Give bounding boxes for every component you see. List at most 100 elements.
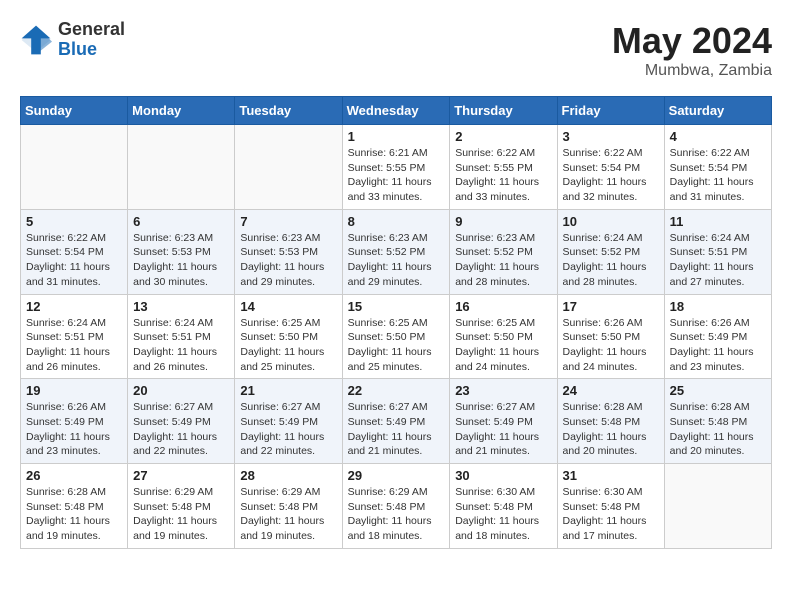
calendar-cell: 19 Sunrise: 6:26 AM Sunset: 5:49 PM Dayli… xyxy=(21,379,128,464)
day-number: 26 xyxy=(26,468,122,483)
day-number: 10 xyxy=(563,214,659,229)
calendar-cell: 29 Sunrise: 6:29 AM Sunset: 5:48 PM Dayli… xyxy=(342,464,450,549)
day-number: 6 xyxy=(133,214,229,229)
day-number: 23 xyxy=(455,383,551,398)
day-number: 17 xyxy=(563,299,659,314)
day-info: Sunrise: 6:29 AM Sunset: 5:48 PM Dayligh… xyxy=(240,485,336,544)
calendar-cell: 28 Sunrise: 6:29 AM Sunset: 5:48 PM Dayli… xyxy=(235,464,342,549)
calendar-cell: 31 Sunrise: 6:30 AM Sunset: 5:48 PM Dayli… xyxy=(557,464,664,549)
title-block: May 2024 Mumbwa, Zambia xyxy=(612,20,772,80)
day-number: 27 xyxy=(133,468,229,483)
day-number: 8 xyxy=(348,214,445,229)
calendar-cell xyxy=(235,125,342,210)
calendar-cell: 13 Sunrise: 6:24 AM Sunset: 5:51 PM Dayli… xyxy=(128,294,235,379)
day-number: 3 xyxy=(563,129,659,144)
logo-general: General xyxy=(58,20,125,40)
day-info: Sunrise: 6:27 AM Sunset: 5:49 PM Dayligh… xyxy=(240,400,336,459)
logo: General Blue xyxy=(20,20,125,60)
day-number: 1 xyxy=(348,129,445,144)
day-info: Sunrise: 6:24 AM Sunset: 5:51 PM Dayligh… xyxy=(26,316,122,375)
calendar-cell xyxy=(21,125,128,210)
day-number: 29 xyxy=(348,468,445,483)
title-month: May 2024 xyxy=(612,20,772,62)
day-info: Sunrise: 6:25 AM Sunset: 5:50 PM Dayligh… xyxy=(348,316,445,375)
logo-blue: Blue xyxy=(58,40,125,60)
calendar-cell: 5Sunrise: 6:22 AM Sunset: 5:54 PM Daylig… xyxy=(21,209,128,294)
calendar-header-tuesday: Tuesday xyxy=(235,97,342,125)
day-info: Sunrise: 6:25 AM Sunset: 5:50 PM Dayligh… xyxy=(455,316,551,375)
calendar-cell: 30Sunrise: 6:30 AM Sunset: 5:48 PM Dayli… xyxy=(450,464,557,549)
calendar-cell: 7Sunrise: 6:23 AM Sunset: 5:53 PM Daylig… xyxy=(235,209,342,294)
day-info: Sunrise: 6:29 AM Sunset: 5:48 PM Dayligh… xyxy=(348,485,445,544)
calendar-week-row: 5Sunrise: 6:22 AM Sunset: 5:54 PM Daylig… xyxy=(21,209,772,294)
day-number: 14 xyxy=(240,299,336,314)
calendar-cell: 21 Sunrise: 6:27 AM Sunset: 5:49 PM Dayli… xyxy=(235,379,342,464)
calendar-week-row: 1 Sunrise: 6:21 AM Sunset: 5:55 PM Daylig… xyxy=(21,125,772,210)
calendar-cell: 26 Sunrise: 6:28 AM Sunset: 5:48 PM Dayli… xyxy=(21,464,128,549)
calendar-cell: 20Sunrise: 6:27 AM Sunset: 5:49 PM Dayli… xyxy=(128,379,235,464)
calendar-header-sunday: Sunday xyxy=(21,97,128,125)
day-info: Sunrise: 6:24 AM Sunset: 5:51 PM Dayligh… xyxy=(133,316,229,375)
calendar-week-row: 26 Sunrise: 6:28 AM Sunset: 5:48 PM Dayli… xyxy=(21,464,772,549)
calendar-cell xyxy=(128,125,235,210)
day-number: 12 xyxy=(26,299,122,314)
title-location: Mumbwa, Zambia xyxy=(612,62,772,80)
page-header: General Blue May 2024 Mumbwa, Zambia xyxy=(20,20,772,80)
day-info: Sunrise: 6:26 AM Sunset: 5:49 PM Dayligh… xyxy=(26,400,122,459)
day-info: Sunrise: 6:30 AM Sunset: 5:48 PM Dayligh… xyxy=(563,485,659,544)
calendar-cell: 14 Sunrise: 6:25 AM Sunset: 5:50 PM Dayli… xyxy=(235,294,342,379)
calendar-cell: 11Sunrise: 6:24 AM Sunset: 5:51 PM Dayli… xyxy=(664,209,771,294)
day-info: Sunrise: 6:28 AM Sunset: 5:48 PM Dayligh… xyxy=(26,485,122,544)
calendar-cell: 8 Sunrise: 6:23 AM Sunset: 5:52 PM Daylig… xyxy=(342,209,450,294)
logo-icon xyxy=(20,24,52,56)
day-number: 15 xyxy=(348,299,445,314)
calendar-header-wednesday: Wednesday xyxy=(342,97,450,125)
day-info: Sunrise: 6:27 AM Sunset: 5:49 PM Dayligh… xyxy=(348,400,445,459)
day-info: Sunrise: 6:23 AM Sunset: 5:52 PM Dayligh… xyxy=(348,231,445,290)
day-number: 19 xyxy=(26,383,122,398)
calendar-cell: 6 Sunrise: 6:23 AM Sunset: 5:53 PM Daylig… xyxy=(128,209,235,294)
calendar-cell: 15 Sunrise: 6:25 AM Sunset: 5:50 PM Dayli… xyxy=(342,294,450,379)
calendar-header-row: SundayMondayTuesdayWednesdayThursdayFrid… xyxy=(21,97,772,125)
day-number: 13 xyxy=(133,299,229,314)
day-info: Sunrise: 6:27 AM Sunset: 5:49 PM Dayligh… xyxy=(455,400,551,459)
day-number: 16 xyxy=(455,299,551,314)
day-number: 22 xyxy=(348,383,445,398)
calendar-cell: 1 Sunrise: 6:21 AM Sunset: 5:55 PM Daylig… xyxy=(342,125,450,210)
day-info: Sunrise: 6:24 AM Sunset: 5:52 PM Dayligh… xyxy=(563,231,659,290)
calendar-cell: 22 Sunrise: 6:27 AM Sunset: 5:49 PM Dayli… xyxy=(342,379,450,464)
calendar-week-row: 12 Sunrise: 6:24 AM Sunset: 5:51 PM Dayli… xyxy=(21,294,772,379)
calendar-cell: 16 Sunrise: 6:25 AM Sunset: 5:50 PM Dayli… xyxy=(450,294,557,379)
calendar-cell: 3Sunrise: 6:22 AM Sunset: 5:54 PM Daylig… xyxy=(557,125,664,210)
day-number: 9 xyxy=(455,214,551,229)
day-number: 20 xyxy=(133,383,229,398)
logo-text: General Blue xyxy=(58,20,125,60)
day-number: 21 xyxy=(240,383,336,398)
day-info: Sunrise: 6:25 AM Sunset: 5:50 PM Dayligh… xyxy=(240,316,336,375)
day-info: Sunrise: 6:28 AM Sunset: 5:48 PM Dayligh… xyxy=(563,400,659,459)
day-info: Sunrise: 6:22 AM Sunset: 5:55 PM Dayligh… xyxy=(455,146,551,205)
calendar-cell xyxy=(664,464,771,549)
calendar-cell: 18Sunrise: 6:26 AM Sunset: 5:49 PM Dayli… xyxy=(664,294,771,379)
day-number: 7 xyxy=(240,214,336,229)
day-info: Sunrise: 6:26 AM Sunset: 5:49 PM Dayligh… xyxy=(670,316,766,375)
day-number: 4 xyxy=(670,129,766,144)
calendar-header-thursday: Thursday xyxy=(450,97,557,125)
calendar-cell: 2Sunrise: 6:22 AM Sunset: 5:55 PM Daylig… xyxy=(450,125,557,210)
calendar-cell: 25Sunrise: 6:28 AM Sunset: 5:48 PM Dayli… xyxy=(664,379,771,464)
calendar-header-saturday: Saturday xyxy=(664,97,771,125)
day-number: 31 xyxy=(563,468,659,483)
calendar-cell: 23 Sunrise: 6:27 AM Sunset: 5:49 PM Dayli… xyxy=(450,379,557,464)
day-info: Sunrise: 6:23 AM Sunset: 5:52 PM Dayligh… xyxy=(455,231,551,290)
day-number: 30 xyxy=(455,468,551,483)
calendar-week-row: 19 Sunrise: 6:26 AM Sunset: 5:49 PM Dayli… xyxy=(21,379,772,464)
day-info: Sunrise: 6:23 AM Sunset: 5:53 PM Dayligh… xyxy=(133,231,229,290)
calendar-cell: 10 Sunrise: 6:24 AM Sunset: 5:52 PM Dayli… xyxy=(557,209,664,294)
calendar-header-friday: Friday xyxy=(557,97,664,125)
day-number: 28 xyxy=(240,468,336,483)
calendar-cell: 4Sunrise: 6:22 AM Sunset: 5:54 PM Daylig… xyxy=(664,125,771,210)
day-number: 25 xyxy=(670,383,766,398)
day-number: 24 xyxy=(563,383,659,398)
day-info: Sunrise: 6:21 AM Sunset: 5:55 PM Dayligh… xyxy=(348,146,445,205)
calendar-cell: 12 Sunrise: 6:24 AM Sunset: 5:51 PM Dayli… xyxy=(21,294,128,379)
